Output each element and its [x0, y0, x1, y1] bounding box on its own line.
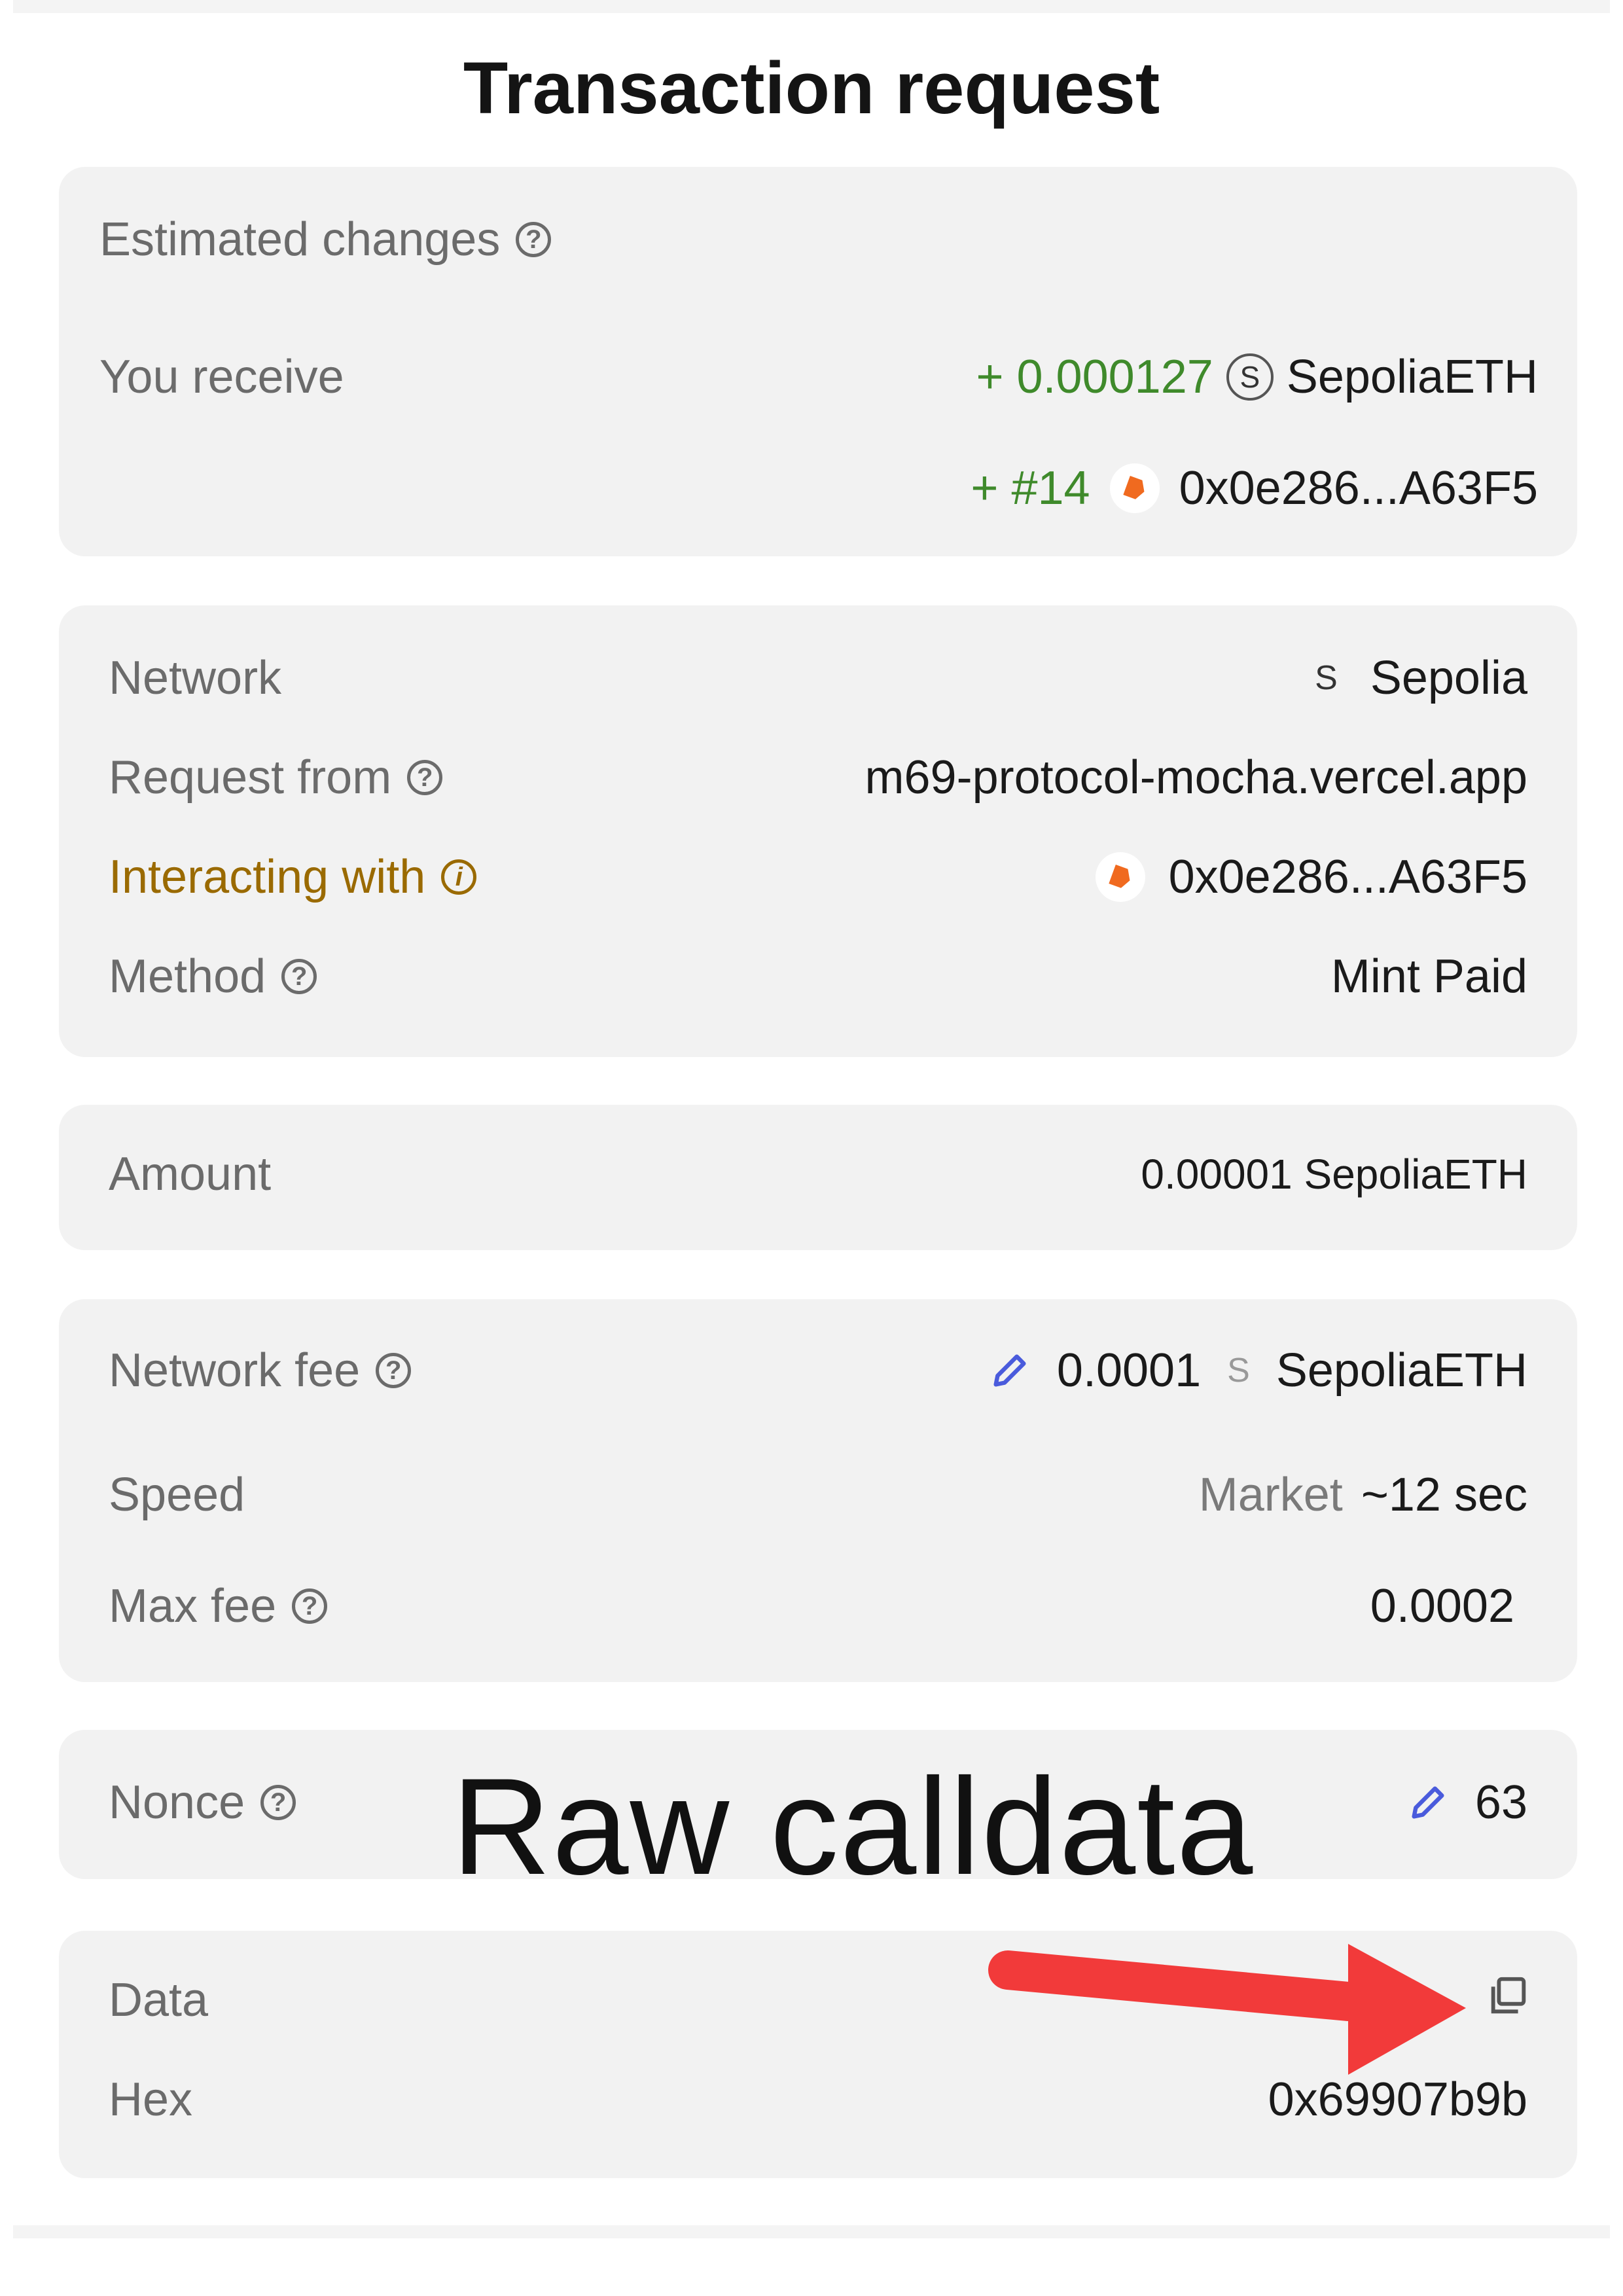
network-label: Network [109, 652, 282, 704]
speed-mode: Market [1198, 1469, 1343, 1521]
you-receive-row: You receive + 0.000127 S SepoliaETH [99, 350, 1538, 404]
copy-icon[interactable] [1486, 1973, 1531, 2022]
data-label: Data [109, 1974, 209, 2026]
estimated-changes-header: Estimated changes ? [99, 213, 1527, 266]
sepolia-network-icon: S [1315, 659, 1338, 697]
details-card: Network S Sepolia Request from ? m69-pro… [59, 605, 1577, 1057]
contract-orange-icon [1095, 852, 1145, 902]
method-label: Method [109, 950, 266, 1003]
speed-row: Speed Market ~12 sec [109, 1468, 1527, 1522]
max-fee-value: 0.0002 [1370, 1580, 1514, 1632]
estimated-changes-card: Estimated changes ? You receive + 0.0001… [59, 167, 1577, 556]
help-icon[interactable]: ? [407, 760, 443, 795]
amount-label: Amount [109, 1148, 272, 1200]
nft-orange-icon [1109, 463, 1160, 513]
nft-id: + #14 [971, 462, 1090, 514]
request-from-label: Request from [109, 751, 392, 804]
nonce-label: Nonce [109, 1776, 245, 1829]
fees-card: Network fee ? 0.0001 S SepoliaETH Speed … [59, 1299, 1577, 1682]
interacting-with-row: Interacting with i 0x0e286...A63F5 [109, 850, 1527, 904]
bottom-edge [13, 2225, 1610, 2238]
nft-receive-row: + #14 0x0e286...A63F5 [99, 461, 1538, 515]
red-arrow-annotation [988, 1944, 1466, 2075]
interacting-with-label: Interacting with [109, 851, 426, 903]
help-icon[interactable]: ? [376, 1353, 412, 1388]
network-value: Sepolia [1370, 652, 1527, 704]
speed-time: ~12 sec [1361, 1469, 1527, 1521]
sepolia-fee-icon: S [1227, 1352, 1250, 1390]
method-value: Mint Paid [1330, 950, 1527, 1003]
request-from-row: Request from ? m69-protocol-mocha.vercel… [109, 751, 1527, 804]
edit-pencil-icon[interactable] [989, 1350, 1031, 1391]
receive-amount: + 0.000127 [976, 351, 1213, 403]
receive-token: SepoliaETH [1286, 351, 1538, 403]
sepolia-token-icon: S [1226, 353, 1274, 401]
nft-address[interactable]: 0x0e286...A63F5 [1179, 461, 1538, 515]
estimated-changes-label: Estimated changes [99, 213, 501, 266]
help-icon[interactable]: ? [292, 1588, 328, 1624]
you-receive-label: You receive [99, 351, 344, 403]
speed-label: Speed [109, 1469, 245, 1521]
max-fee-label: Max fee [109, 1580, 277, 1632]
network-fee-row: Network fee ? 0.0001 S SepoliaETH [109, 1344, 1527, 1397]
help-icon[interactable]: ? [516, 222, 552, 257]
help-icon[interactable]: ? [281, 959, 317, 994]
network-fee-value: 0.0001 [1056, 1344, 1202, 1397]
hex-label: Hex [109, 2073, 193, 2126]
network-fee-label: Network fee [109, 1344, 361, 1397]
method-row: Method ? Mint Paid [109, 950, 1527, 1003]
nonce-value: 63 [1474, 1776, 1527, 1829]
network-row: Network S Sepolia [109, 651, 1527, 705]
interacting-with-value[interactable]: 0x0e286...A63F5 [1169, 850, 1527, 904]
max-fee-row: Max fee ? 0.0002 [109, 1579, 1514, 1633]
edit-pencil-icon[interactable] [1407, 1782, 1449, 1823]
page-title: Transaction request [463, 47, 1160, 129]
amount-value: 0.00001 SepoliaETH [1141, 1151, 1527, 1198]
raw-calldata-annotation: Raw calldata [452, 1749, 1255, 1903]
info-icon[interactable]: i [441, 859, 477, 895]
help-icon[interactable]: ? [260, 1785, 296, 1820]
network-fee-token: SepoliaETH [1275, 1344, 1527, 1397]
amount-card: Amount 0.00001 SepoliaETH [59, 1105, 1577, 1250]
amount-row: Amount 0.00001 SepoliaETH [109, 1147, 1527, 1201]
request-from-value: m69-protocol-mocha.vercel.app [865, 751, 1527, 804]
top-edge [13, 0, 1610, 13]
